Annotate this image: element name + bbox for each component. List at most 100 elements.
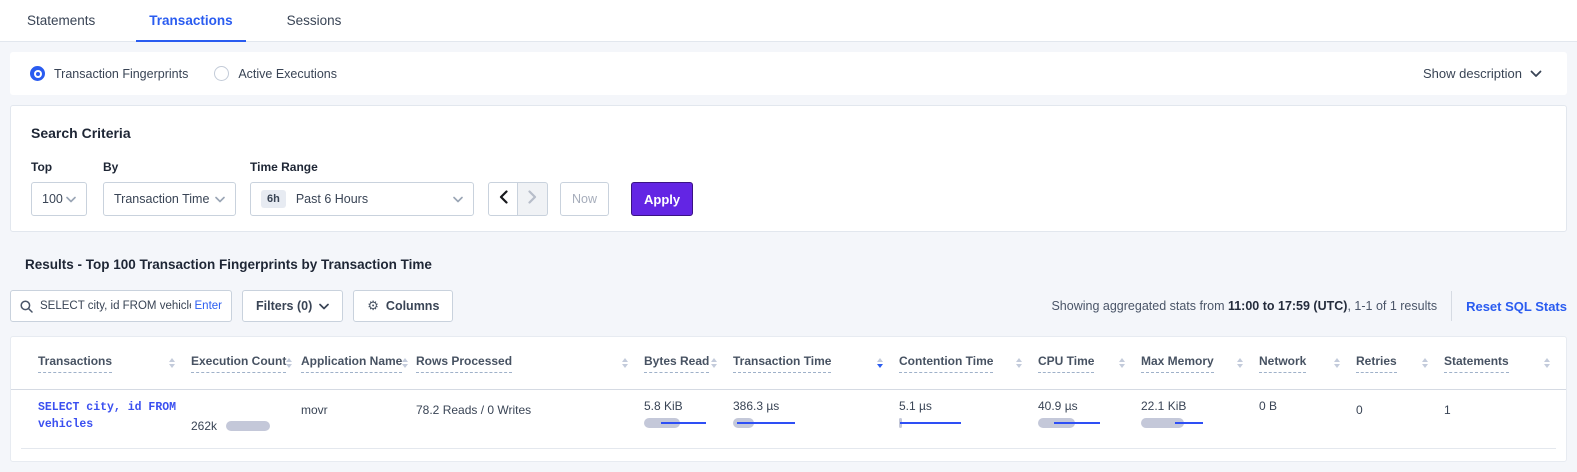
search-criteria-title: Search Criteria: [31, 125, 1546, 141]
caret-right-icon: [528, 190, 537, 209]
max-memory-value: 22.1 KiB: [1141, 399, 1259, 413]
max-memory-bar: [1141, 418, 1203, 428]
top-label: Top: [31, 160, 103, 174]
transaction-time-cell: 386.3 µs: [733, 399, 899, 448]
chevron-down-icon: [1530, 70, 1542, 78]
time-range-value: Past 6 Hours: [296, 192, 368, 206]
results-title: Results - Top 100 Transaction Fingerprin…: [25, 257, 1577, 272]
column-header-execution-count[interactable]: Execution Count: [191, 354, 301, 373]
column-header-cpu-time[interactable]: CPU Time: [1038, 354, 1141, 373]
cpu-time-value: 40.9 µs: [1038, 399, 1141, 413]
chevron-down-icon: [215, 196, 225, 203]
stats-summary: Showing aggregated stats from 11:00 to 1…: [1051, 299, 1437, 313]
show-description-toggle[interactable]: Show description: [1423, 66, 1542, 81]
sql-activity-tabbar: Statements Transactions Sessions: [0, 0, 1577, 42]
sort-icon[interactable]: [1119, 358, 1125, 369]
transactions-table: Transactions Execution Count Application…: [10, 336, 1567, 462]
column-header-application-name[interactable]: Application Name: [301, 354, 416, 373]
radio-transaction-fingerprints[interactable]: Transaction Fingerprints: [30, 66, 188, 81]
retries-cell: 0: [1356, 399, 1444, 448]
time-range-prev-button[interactable]: [488, 182, 518, 216]
column-header-transaction-time[interactable]: Transaction Time: [733, 354, 899, 373]
sort-icon[interactable]: [1334, 358, 1340, 369]
tab-sessions[interactable]: Sessions: [274, 13, 355, 41]
sort-icon[interactable]: [622, 358, 628, 369]
column-header-contention-time[interactable]: Contention Time: [899, 354, 1038, 373]
time-range-next-button[interactable]: [518, 182, 548, 216]
radio-label: Active Executions: [238, 67, 337, 81]
cpu-time-bar: [1038, 418, 1100, 428]
application-name-cell: movr: [301, 399, 416, 448]
time-range-select[interactable]: 6h Past 6 Hours: [250, 182, 474, 216]
chevron-down-icon: [66, 196, 76, 203]
divider: [1451, 291, 1452, 321]
sort-icon[interactable]: [169, 358, 175, 369]
view-toggle-row: Transaction Fingerprints Active Executio…: [10, 52, 1567, 95]
reset-sql-stats-link[interactable]: Reset SQL Stats: [1466, 299, 1567, 314]
sort-icon-active-desc[interactable]: [877, 358, 883, 369]
enter-hint: Enter: [195, 300, 223, 312]
by-field: By Transaction Time: [103, 160, 250, 216]
apply-button[interactable]: Apply: [631, 182, 693, 216]
transaction-fingerprint-link[interactable]: SELECT city, id FROMvehicles: [38, 399, 191, 433]
tab-transactions[interactable]: Transactions: [136, 13, 245, 41]
by-select-value: Transaction Time: [114, 192, 209, 206]
columns-button[interactable]: ⚙ Columns: [353, 290, 453, 322]
sort-icon[interactable]: [1544, 358, 1550, 369]
column-header-max-memory[interactable]: Max Memory: [1141, 354, 1259, 373]
top-select-value: 100: [42, 192, 63, 206]
column-header-transactions[interactable]: Transactions: [38, 354, 191, 373]
search-input[interactable]: [40, 300, 191, 312]
search-icon: [20, 300, 33, 313]
radio-active-executions[interactable]: Active Executions: [214, 66, 337, 81]
execution-count-bar: [226, 421, 270, 431]
show-description-label: Show description: [1423, 66, 1522, 81]
column-header-statements[interactable]: Statements: [1444, 354, 1566, 373]
by-select[interactable]: Transaction Time: [103, 182, 236, 216]
results-toolbar: Enter Filters (0) ⚙ Columns Showing aggr…: [10, 290, 1567, 322]
search-criteria-panel: Search Criteria Top 100 By Transaction T…: [10, 105, 1567, 232]
column-header-retries[interactable]: Retries: [1356, 354, 1444, 373]
transaction-time-bar: [733, 418, 795, 428]
contention-time-bar: [899, 418, 961, 428]
time-range-label: Time Range: [250, 160, 488, 174]
filters-button-label: Filters (0): [256, 299, 312, 313]
max-memory-cell: 22.1 KiB: [1141, 399, 1259, 448]
top-field: Top 100: [31, 160, 103, 216]
columns-button-label: Columns: [386, 299, 439, 313]
sort-icon[interactable]: [1016, 358, 1022, 369]
sort-icon[interactable]: [1237, 358, 1243, 369]
stats-summary-range: 11:00 to 17:59 (UTC): [1228, 299, 1347, 313]
column-header-bytes-read[interactable]: Bytes Read: [644, 354, 733, 373]
table-row: SELECT city, id FROMvehicles 262k movr 7…: [11, 390, 1566, 448]
time-range-arrows: [488, 182, 548, 216]
column-header-rows-processed[interactable]: Rows Processed: [416, 354, 644, 373]
sort-icon[interactable]: [402, 358, 408, 369]
toolbar-right: Showing aggregated stats from 11:00 to 1…: [1051, 291, 1567, 321]
execution-count-value: 262k: [191, 419, 217, 433]
table-header-row: Transactions Execution Count Application…: [11, 337, 1566, 390]
bytes-read-bar: [644, 418, 706, 428]
by-label: By: [103, 160, 250, 174]
time-range-badge: 6h: [261, 190, 286, 208]
column-header-network[interactable]: Network: [1259, 354, 1356, 373]
radio-unselected-icon: [214, 66, 229, 81]
filters-button[interactable]: Filters (0): [242, 290, 343, 322]
rows-processed-cell: 78.2 Reads / 0 Writes: [416, 399, 644, 448]
bytes-read-value: 5.8 KiB: [644, 399, 733, 413]
contention-time-value: 5.1 µs: [899, 399, 1038, 413]
sort-icon[interactable]: [286, 358, 292, 369]
gear-icon: ⚙: [367, 299, 379, 314]
chevron-down-icon: [453, 196, 463, 203]
sort-icon[interactable]: [1422, 358, 1428, 369]
top-select[interactable]: 100: [31, 182, 87, 216]
tab-statements[interactable]: Statements: [14, 13, 108, 41]
chevron-down-icon: [319, 303, 329, 310]
sort-icon[interactable]: [711, 358, 717, 369]
cpu-time-cell: 40.9 µs: [1038, 399, 1141, 448]
caret-left-icon: [499, 190, 508, 209]
transaction-cell: SELECT city, id FROMvehicles: [38, 399, 191, 448]
execution-count-cell: 262k: [191, 399, 301, 448]
now-button[interactable]: Now: [560, 182, 609, 216]
network-cell: 0 B: [1259, 399, 1356, 448]
